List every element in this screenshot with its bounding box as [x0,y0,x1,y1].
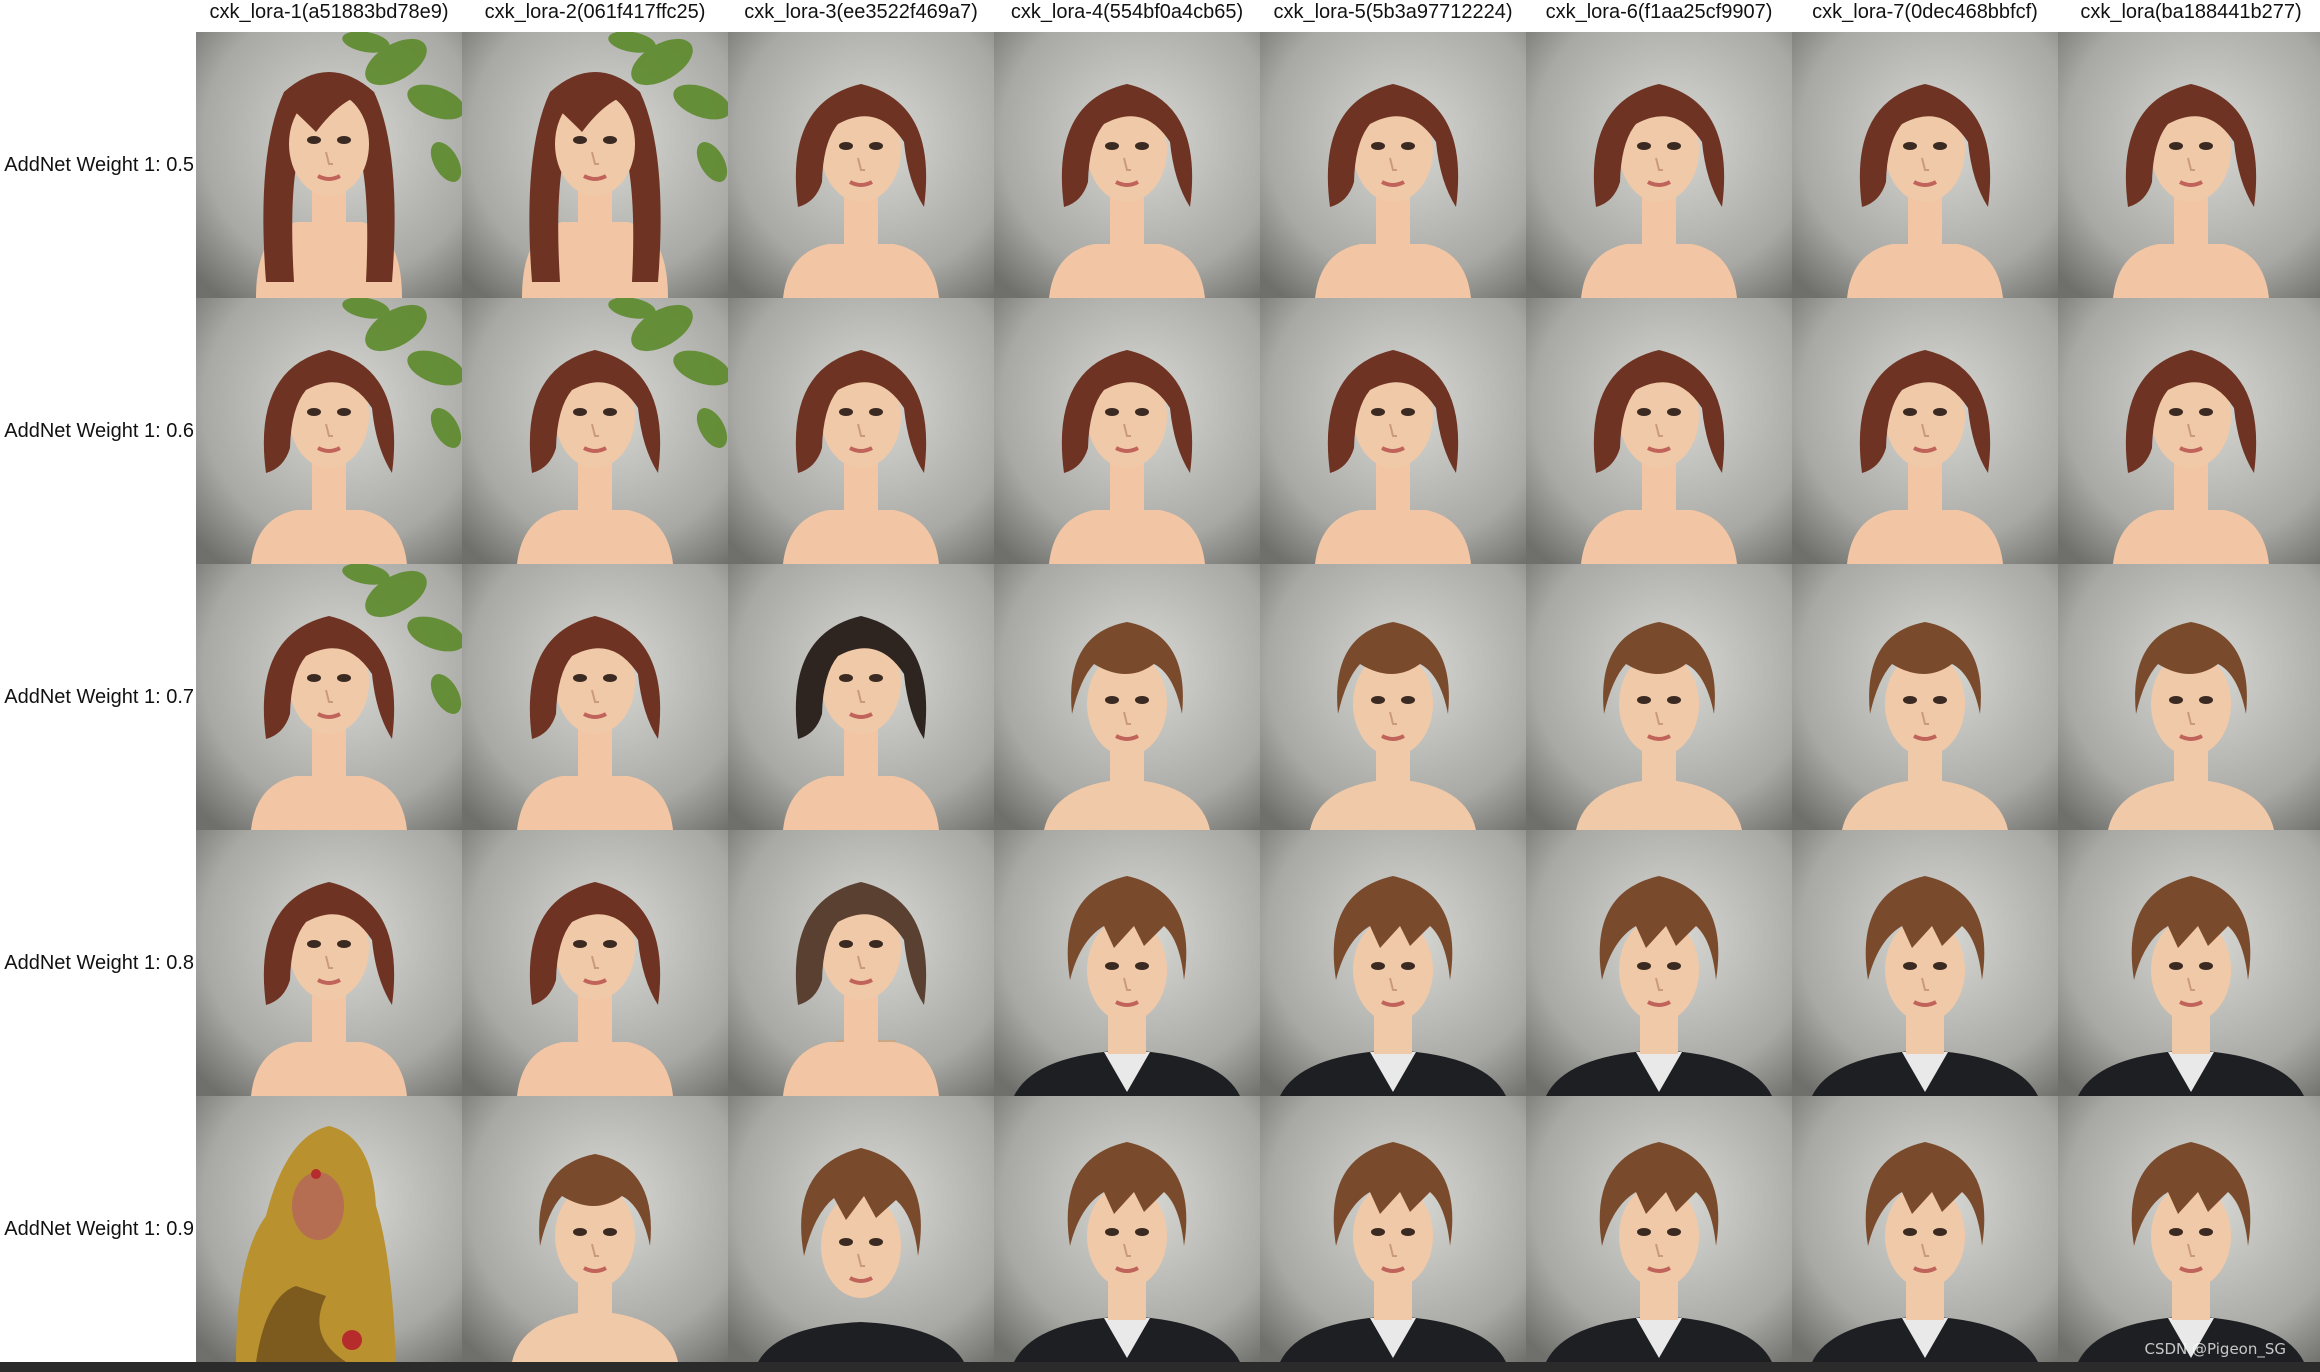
portrait-image [728,32,994,298]
grid-image [1526,1096,1792,1362]
grid-image [728,32,994,298]
column-label: cxk_lora-7(0dec468bbfcf) [1812,1,2038,23]
grid-image [1526,564,1792,830]
grid-image [994,1096,1260,1362]
column-label: cxk_lora-1(a51883bd78e9) [209,1,449,23]
grid-image [1792,32,2058,298]
portrait-image [196,830,462,1096]
grid-image [2058,564,2320,830]
grid-image [2058,298,2320,564]
grid-image [1792,298,2058,564]
portrait-image [1526,1096,1792,1362]
grid-image [462,32,728,298]
portrait-image [994,32,1260,298]
row-label: AddNet Weight 1: 0.6 [4,420,194,442]
grid-image [462,830,728,1096]
portrait-image [1792,32,2058,298]
portrait-image [2058,298,2320,564]
portrait-image [2058,1096,2320,1362]
portrait-image [462,1096,728,1362]
portrait-image [2058,830,2320,1096]
portrait-image [994,298,1260,564]
xyz-plot-grid: cxk_lora-1(a51883bd78e9) cxk_lora-2(061f4… [0,0,2320,1372]
column-label: cxk_lora-6(f1aa25cf9907) [1545,1,1773,23]
portrait-image [2058,564,2320,830]
grid-image [196,564,462,830]
grid-image [994,564,1260,830]
portrait-image [994,1096,1260,1362]
portrait-image [728,830,994,1096]
row-label: AddNet Weight 1: 0.9 [4,1218,194,1240]
portrait-image [462,830,728,1096]
grid-image [728,830,994,1096]
grid-image [196,298,462,564]
grid-image [1526,32,1792,298]
portrait-image [728,564,994,830]
grid-image [2058,1096,2320,1362]
portrait-image [1526,830,1792,1096]
row-label: AddNet Weight 1: 0.5 [4,154,194,176]
grid-image [1260,830,1526,1096]
portrait-image [196,564,462,830]
grid-image [994,32,1260,298]
grid-image [196,1096,462,1362]
portrait-image [1526,32,1792,298]
portrait-image [728,298,994,564]
grid-image [462,1096,728,1362]
column-label: cxk_lora-3(ee3522f469a7) [744,1,978,23]
grid-image [1260,32,1526,298]
portrait-image [196,1096,462,1362]
bottom-scrollbar[interactable] [0,1362,2320,1372]
grid-image [994,298,1260,564]
grid-image [1260,1096,1526,1362]
grid-image [2058,830,2320,1096]
grid-image [994,830,1260,1096]
column-label: cxk_lora-2(061f417ffc25) [484,1,706,23]
column-label: cxk_lora(ba188441b277) [2080,1,2302,23]
grid-image [2058,32,2320,298]
grid-image [1260,298,1526,564]
portrait-image [1260,298,1526,564]
grid-image [1792,1096,2058,1362]
column-label: cxk_lora-5(5b3a97712224) [1273,1,1513,23]
grid-image [462,564,728,830]
portrait-image [462,564,728,830]
portrait-image [196,32,462,298]
row-label: AddNet Weight 1: 0.7 [4,686,194,708]
portrait-image [196,298,462,564]
portrait-image [1260,1096,1526,1362]
grid-image [1526,298,1792,564]
portrait-image [1792,564,2058,830]
grid-image [728,298,994,564]
grid-image [1260,564,1526,830]
grid-image [196,830,462,1096]
grid-image [462,298,728,564]
portrait-image [1792,830,2058,1096]
grid-image [1526,830,1792,1096]
portrait-image [994,830,1260,1096]
portrait-image [2058,32,2320,298]
grid-image [1792,830,2058,1096]
portrait-image [1260,564,1526,830]
grid-image [728,1096,994,1362]
portrait-image [728,1096,994,1362]
portrait-image [1260,830,1526,1096]
portrait-image [1260,32,1526,298]
portrait-image [1526,564,1792,830]
grid-image [728,564,994,830]
grid-image [196,32,462,298]
portrait-image [462,32,728,298]
watermark-text: CSDN @Pigeon_SG [2144,1340,2287,1358]
grid-image [1792,564,2058,830]
column-label: cxk_lora-4(554bf0a4cb65) [1010,1,1244,23]
portrait-image [462,298,728,564]
portrait-image [1792,1096,2058,1362]
portrait-image [994,564,1260,830]
row-label: AddNet Weight 1: 0.8 [4,952,194,974]
portrait-image [1526,298,1792,564]
portrait-image [1792,298,2058,564]
